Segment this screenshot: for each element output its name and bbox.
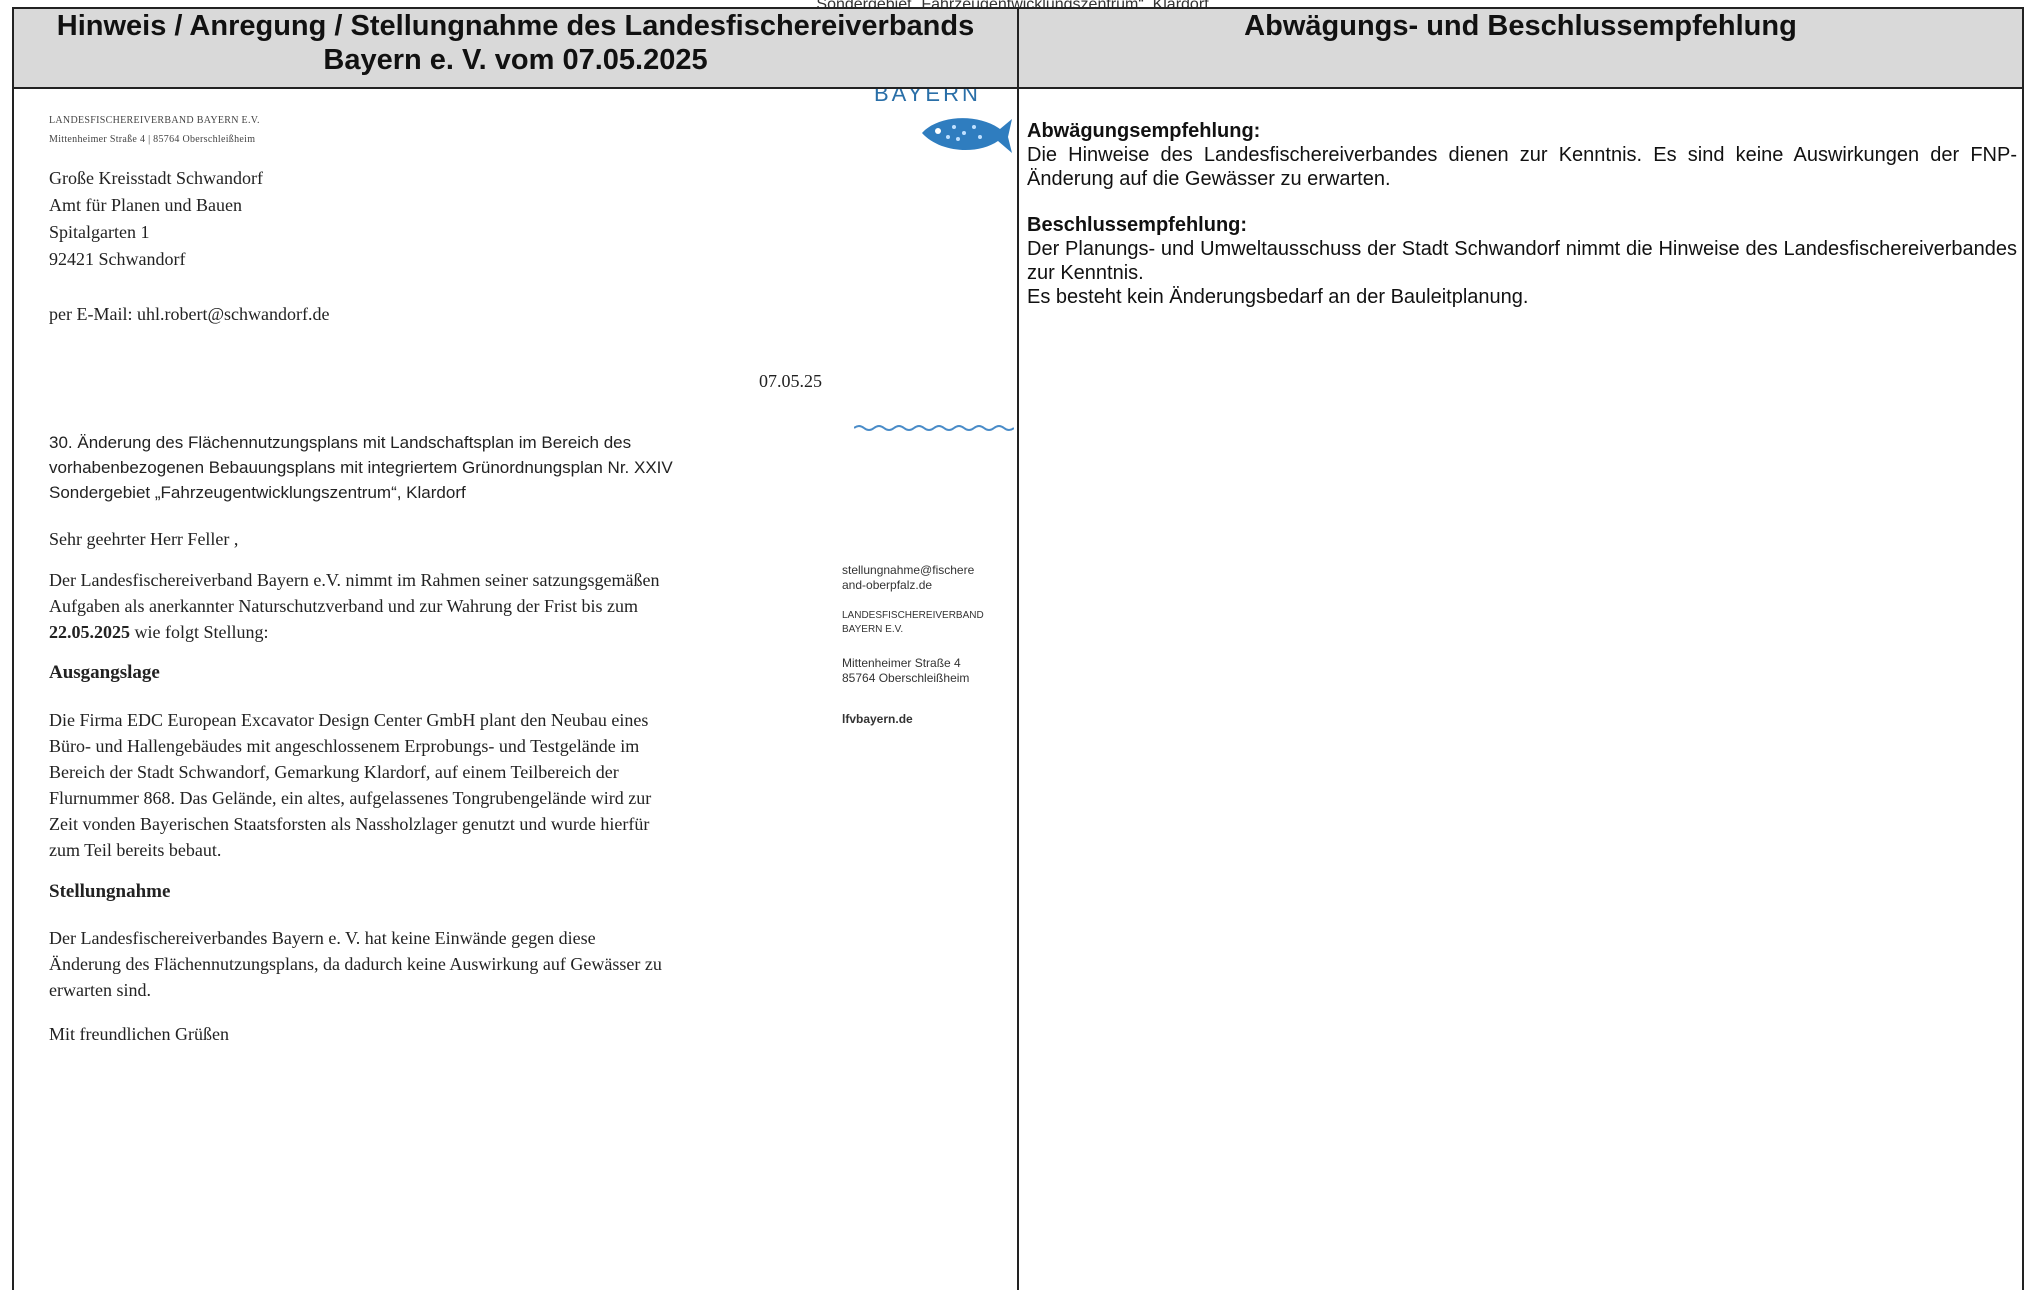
sender-address: Mittenheimer Straße 4 | 85764 Oberschlei…: [49, 134, 256, 145]
salutation: Sehr geehrter Herr Feller ,: [49, 529, 239, 549]
deadline-date: 22.05.2025: [49, 622, 130, 642]
section2-line: Änderung des Flächennutzungsplans, da da…: [49, 954, 662, 974]
letter-cell: BAYERN LANDESFISCHEREIVERBAND BAYERN E.V…: [12, 87, 1019, 1290]
weighing-text: Die Hinweise des Landesfischereiverbande…: [1027, 144, 2017, 190]
section1-line: Die Firma EDC European Excavator Design …: [49, 710, 649, 730]
sender-name: LANDESFISCHEREIVERBAND BAYERN E.V.: [49, 115, 260, 126]
scanned-letter: BAYERN LANDESFISCHEREIVERBAND BAYERN E.V…: [14, 89, 1015, 1294]
email-line: per E-Mail: uhl.robert@schwandorf.de: [49, 304, 330, 324]
closing: Mit freundlichen Grüßen: [49, 1024, 229, 1044]
sidebar-address: Mittenheimer Straße 4: [842, 656, 961, 670]
subject-line: Sondergebiet „Fahrzeugentwicklungszentru…: [49, 483, 466, 502]
intro-line-3: 22.05.2025 wie folgt Stellung:: [49, 619, 269, 645]
section2-line: Der Landesfischereiverbandes Bayern e. V…: [49, 928, 596, 948]
recommendation-content: Abwägungsempfehlung: Die Hinweise des La…: [1027, 119, 2017, 309]
section1-line: Büro- und Hallengebäudes mit angeschloss…: [49, 736, 640, 756]
fish-logo-icon: [922, 118, 1012, 153]
decision-title: Beschlussempfehlung:: [1027, 214, 1248, 236]
section1-line: Flurnummer 868. Das Gelände, ein altes, …: [49, 788, 652, 808]
decision-text-2: Es besteht kein Änderungsbedarf an der B…: [1027, 286, 1529, 308]
logo-wordmark: BAYERN: [874, 89, 981, 106]
subject-line: vorhabenbezogenen Bebauungsplans mit int…: [49, 458, 673, 477]
recipient-line: Spitalgarten 1: [49, 222, 150, 242]
right-column-header: Abwägungs- und Beschlussempfehlung: [1017, 7, 2024, 89]
intro-line: Der Landesfischereiverband Bayern e.V. n…: [49, 570, 660, 590]
left-column-header: Hinweis / Anregung / Stellungnahme des L…: [12, 7, 1019, 89]
section-title-stellungnahme: Stellungnahme: [49, 881, 171, 902]
intro-line: Aufgaben als anerkannter Naturschutzverb…: [49, 596, 639, 616]
subject-line: 30. Änderung des Flächennutzungsplans mi…: [49, 433, 632, 452]
wave-divider-icon: [854, 425, 1014, 431]
sidebar-email: stellungnahme@fischere: [842, 563, 975, 577]
decision-text: Der Planungs- und Umweltausschuss der St…: [1027, 238, 2017, 284]
intro-tail: wie folgt Stellung:: [130, 622, 269, 642]
recipient-line: Große Kreisstadt Schwandorf: [49, 168, 263, 188]
section-title-ausgangslage: Ausgangslage: [49, 662, 160, 683]
letter-date: 07.05.25: [759, 371, 822, 391]
sidebar-address: 85764 Oberschleißheim: [842, 671, 970, 685]
section1-line: Bereich der Stadt Schwandorf, Gemarkung …: [49, 762, 619, 782]
section1-line: zum Teil bereits bebaut.: [49, 840, 222, 860]
section1-line: Zeit vonden Bayerischen Staatsforsten al…: [49, 814, 650, 834]
recipient-line: 92421 Schwandorf: [49, 249, 186, 269]
recipient-line: Amt für Planen und Bauen: [49, 195, 242, 215]
sidebar-org: LANDESFISCHEREIVERBAND: [842, 610, 984, 621]
sidebar-org: BAYERN E.V.: [842, 624, 904, 635]
sidebar-web: lfvbayern.de: [842, 712, 913, 726]
sidebar-email: and-oberpfalz.de: [842, 578, 933, 592]
recommendation-cell: Abwägungsempfehlung: Die Hinweise des La…: [1017, 87, 2024, 1290]
weighing-title: Abwägungsempfehlung:: [1027, 120, 1261, 142]
section2-line: erwarten sind.: [49, 980, 151, 1000]
comments-table: Hinweis / Anregung / Stellungnahme des L…: [12, 7, 2024, 1290]
